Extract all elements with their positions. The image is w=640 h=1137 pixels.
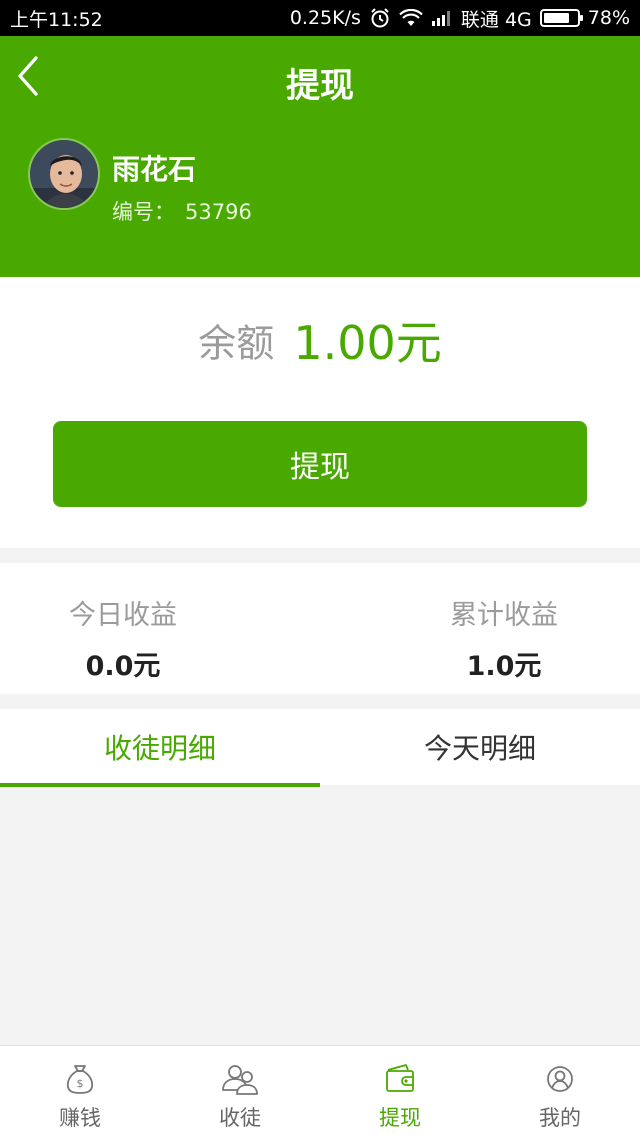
wifi-icon bbox=[399, 9, 423, 27]
user-id-label: 编号： bbox=[112, 200, 175, 224]
svg-text:$: $ bbox=[77, 1077, 84, 1090]
battery-icon bbox=[539, 9, 583, 27]
nav-apprentice[interactable]: 收徒 bbox=[160, 1046, 320, 1137]
carrier-label: 联通 4G bbox=[460, 8, 532, 31]
avatar[interactable] bbox=[28, 138, 100, 210]
tab-today-details[interactable]: 今天明细 bbox=[320, 709, 640, 785]
nav-earn-label: 赚钱 bbox=[59, 1106, 101, 1130]
total-earnings: 累计收益 1.0元 bbox=[384, 593, 624, 683]
total-earnings-label: 累计收益 bbox=[450, 600, 558, 631]
battery-fill bbox=[543, 13, 569, 23]
balance-card: 余额 1.00元 提现 bbox=[0, 277, 640, 548]
nav-withdraw[interactable]: 提现 bbox=[320, 1046, 480, 1137]
battery-percent: 78% bbox=[587, 7, 630, 29]
nav-apprentice-label: 收徒 bbox=[219, 1106, 261, 1130]
today-earnings-label: 今日收益 bbox=[69, 600, 177, 631]
user-circle-icon bbox=[547, 1066, 573, 1092]
earnings-stats: 今日收益 0.0元 累计收益 1.0元 bbox=[0, 563, 640, 694]
balance-value: 1.00元 bbox=[293, 316, 442, 370]
balance-label: 余额 bbox=[198, 321, 275, 366]
nav-mine[interactable]: 我的 bbox=[480, 1046, 640, 1137]
signal-icon bbox=[431, 10, 453, 26]
header: 提现 雨花石 编号： 53796 bbox=[0, 36, 640, 277]
user-id: 编号： 53796 bbox=[112, 196, 252, 226]
status-bar: 上午11:52 0.25K/s 联通 4G 78% bbox=[0, 0, 640, 36]
alarm-icon bbox=[369, 7, 391, 29]
status-time: 上午11:52 bbox=[10, 8, 103, 31]
bottom-nav: $ 赚钱 收徒 提现 我的 bbox=[0, 1045, 640, 1137]
balance-row: 余额 1.00元 bbox=[0, 307, 640, 373]
today-earnings-value: 0.0元 bbox=[85, 651, 161, 682]
detail-tabs: 收徒明细 今天明细 bbox=[0, 709, 640, 787]
withdraw-button[interactable]: 提现 bbox=[53, 421, 587, 507]
network-speed: 0.25K/s bbox=[289, 7, 361, 29]
page-title: 提现 bbox=[286, 66, 354, 106]
nav-withdraw-label: 提现 bbox=[379, 1106, 421, 1130]
users-icon bbox=[222, 1065, 258, 1095]
nav-earn[interactable]: $ 赚钱 bbox=[0, 1046, 160, 1137]
tab-apprentice-details[interactable]: 收徒明细 bbox=[0, 709, 320, 787]
wallet-icon bbox=[386, 1064, 414, 1092]
total-earnings-value: 1.0元 bbox=[466, 651, 542, 682]
user-name: 雨花石 bbox=[112, 153, 197, 186]
details-list bbox=[0, 787, 640, 1045]
money-bag-icon: $ bbox=[66, 1065, 94, 1094]
nav-mine-label: 我的 bbox=[539, 1106, 581, 1130]
status-right: 0.25K/s 联通 4G 78% bbox=[290, 5, 630, 32]
user-id-value: 53796 bbox=[185, 200, 252, 224]
today-earnings: 今日收益 0.0元 bbox=[3, 593, 243, 683]
